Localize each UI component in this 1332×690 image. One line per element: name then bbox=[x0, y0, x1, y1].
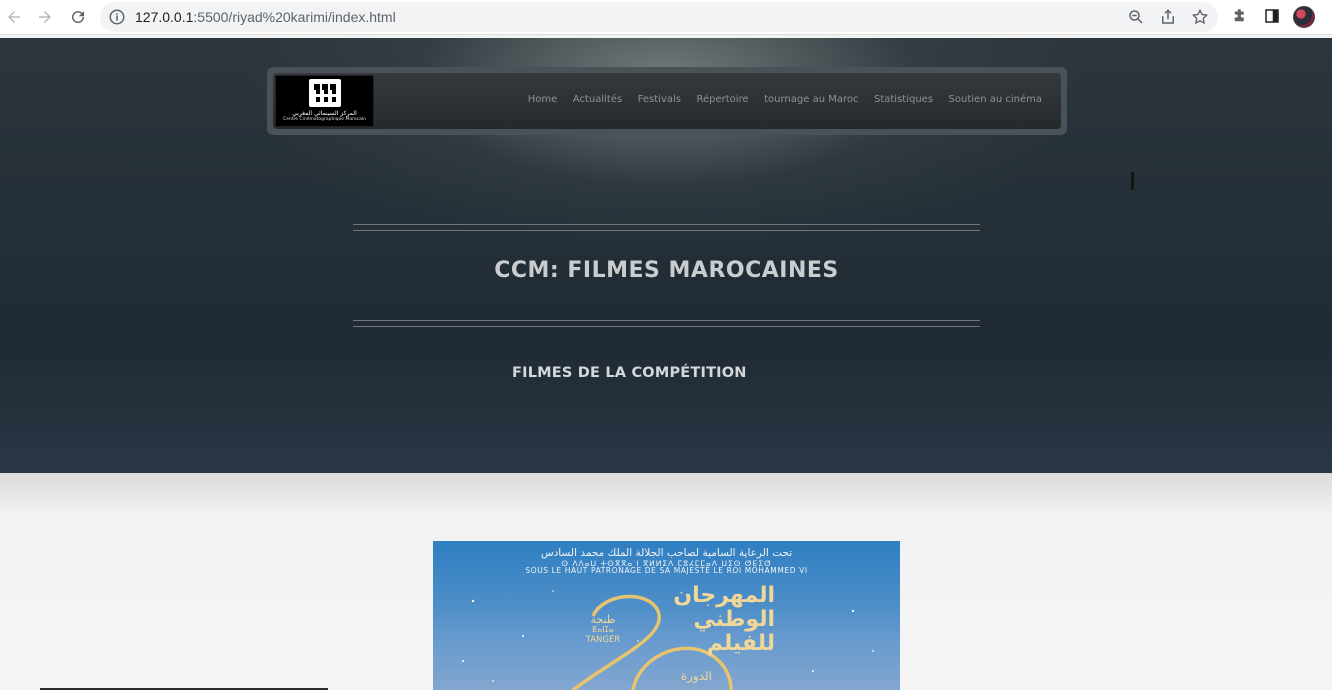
hero-section: المركز السينمائي المغربي Centre Cinémato… bbox=[0, 38, 1332, 473]
festival-poster[interactable]: تحت الرعاية السامية لصاحب الجلالة الملك … bbox=[433, 541, 900, 690]
logo-arabic-text: المركز السينمائي المغربي bbox=[292, 110, 357, 117]
side-panel-icon[interactable] bbox=[1263, 7, 1281, 25]
arrow-right-icon bbox=[39, 11, 51, 23]
reload-icon bbox=[72, 11, 85, 24]
menu-item-soutien[interactable]: Soutien au cinéma bbox=[949, 94, 1042, 105]
poster-city-tifinagh: ⵟⴰⵏⵊⴰ bbox=[592, 625, 614, 634]
divider-bottom-2 bbox=[353, 326, 980, 327]
forward-button[interactable] bbox=[33, 5, 57, 29]
divider-bottom-1 bbox=[353, 320, 980, 321]
info-icon[interactable] bbox=[108, 8, 126, 26]
url-path: :5500/riyad%20karimi/index.html bbox=[193, 9, 396, 25]
url-host: 127.0.0.1 bbox=[135, 9, 194, 25]
poster-city-french: TANGER bbox=[585, 635, 621, 645]
decorative-mark bbox=[1131, 172, 1134, 190]
zoom-icon[interactable] bbox=[1127, 8, 1145, 26]
menu-item-festivals[interactable]: Festivals bbox=[638, 94, 681, 105]
profile-avatar[interactable] bbox=[1293, 6, 1315, 28]
menu-item-actualites[interactable]: Actualités bbox=[573, 94, 622, 105]
poster-city-block: طنجة ⵟⴰⵏⵊⴰ TANGER bbox=[578, 613, 628, 645]
menu-item-tournage[interactable]: tournage au Maroc bbox=[764, 94, 858, 105]
poster-festival-arabic-2: الوطني bbox=[693, 607, 775, 632]
address-bar[interactable]: 127.0.0.1:5500/riyad%20karimi/index.html bbox=[100, 2, 1218, 32]
ccm-logo-icon bbox=[308, 79, 341, 107]
arrow-left-icon bbox=[8, 11, 20, 23]
menu-item-repertoire[interactable]: Répertoire bbox=[696, 94, 748, 105]
poster-festival-arabic-1: المهرجان bbox=[673, 583, 775, 608]
divider-top-1 bbox=[353, 224, 980, 225]
poster-patronage-arabic: تحت الرعاية السامية لصاحب الجلالة الملك … bbox=[540, 547, 793, 559]
page-title: CCM: FILMES MAROCAINES bbox=[494, 258, 839, 283]
bookmark-star-icon[interactable] bbox=[1191, 8, 1209, 26]
main-menu: Home Actualités Festivals Répertoire tou… bbox=[512, 94, 1042, 105]
share-icon[interactable] bbox=[1159, 8, 1177, 26]
content-section: تحت الرعاية السامية لصاحب الجلالة الملك … bbox=[0, 473, 1332, 690]
site-navbar: المركز السينمائي المغربي Centre Cinémato… bbox=[267, 67, 1067, 135]
menu-item-statistiques[interactable]: Statistiques bbox=[874, 94, 933, 105]
extensions-puzzle-icon[interactable] bbox=[1231, 7, 1249, 25]
browser-toolbar: 127.0.0.1:5500/riyad%20karimi/index.html bbox=[0, 0, 1332, 35]
url-text[interactable]: 127.0.0.1:5500/riyad%20karimi/index.html bbox=[135, 9, 396, 25]
poster-edition-arabic: الدورة bbox=[680, 669, 712, 683]
logo-french-text: Centre Cinématographique Marocain bbox=[283, 117, 366, 122]
divider-top-2 bbox=[353, 230, 980, 231]
poster-city-arabic: طنجة bbox=[590, 613, 616, 626]
site-logo[interactable]: المركز السينمائي المغربي Centre Cinémato… bbox=[275, 75, 374, 127]
section-subtitle: FILMES DE LA COMPÉTITION bbox=[512, 365, 747, 381]
back-button[interactable] bbox=[2, 5, 26, 29]
reload-button[interactable] bbox=[66, 5, 90, 29]
menu-item-home[interactable]: Home bbox=[528, 94, 558, 105]
poster-festival-arabic-3: للفيلم bbox=[706, 631, 775, 656]
poster-patronage-french: SOUS LE HAUT PATRONAGE DE SA MAJESTÉ LE … bbox=[525, 566, 808, 575]
